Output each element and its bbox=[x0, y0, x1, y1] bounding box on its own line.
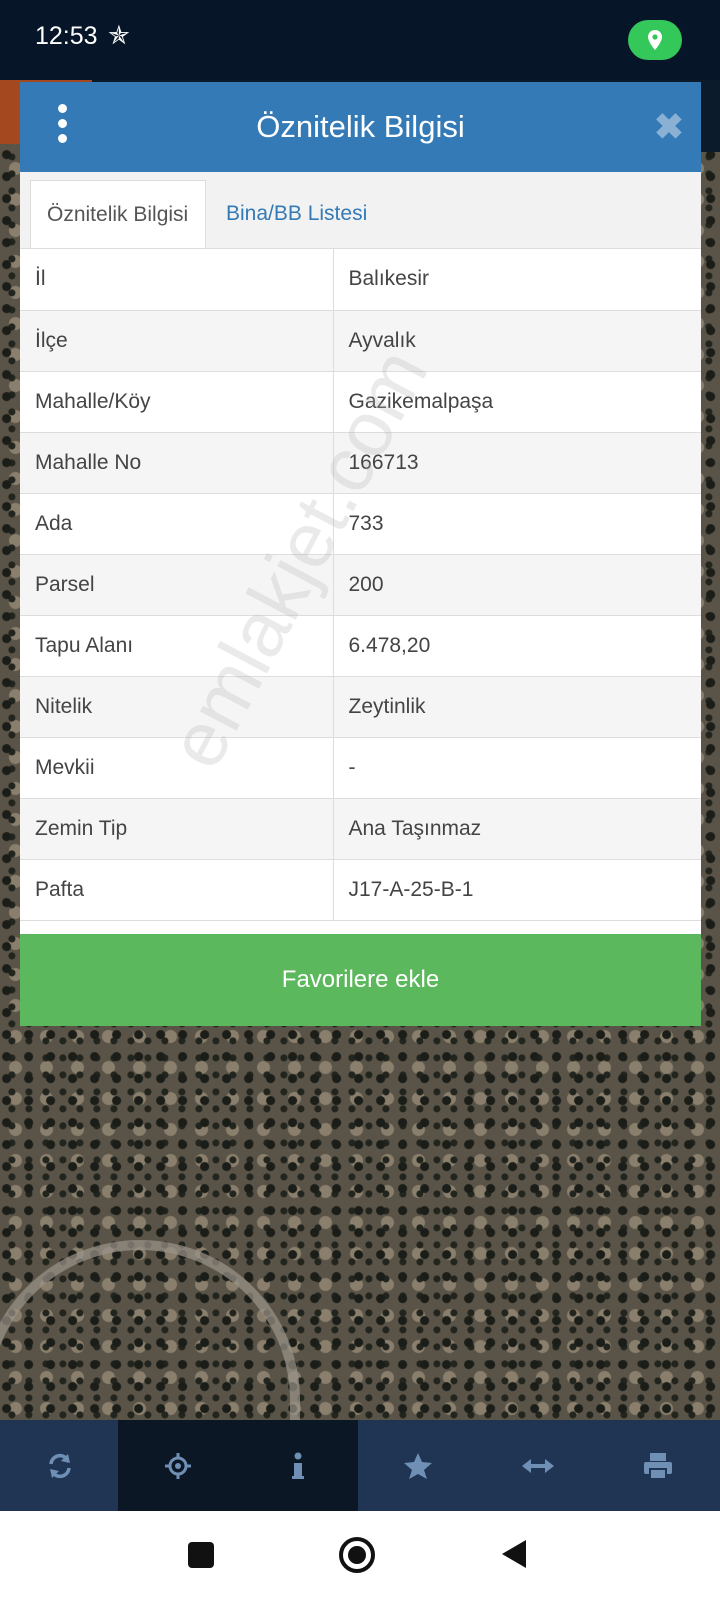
table-row: Tapu Alanı 6.478,20 bbox=[20, 615, 701, 677]
home-icon[interactable] bbox=[338, 1536, 376, 1574]
attribute-info-dialog: Öznitelik Bilgisi ✖ Öznitelik Bilgisi Bi… bbox=[20, 82, 701, 1026]
attribute-value: - bbox=[333, 737, 701, 799]
attribute-key: İlçe bbox=[20, 310, 334, 372]
measure-button[interactable] bbox=[478, 1420, 598, 1511]
attribute-value: 200 bbox=[333, 554, 701, 616]
favorites-button[interactable] bbox=[358, 1420, 478, 1511]
attribute-value: 6.478,20 bbox=[333, 615, 701, 677]
info-button[interactable] bbox=[238, 1420, 358, 1511]
table-row: Zemin Tip Ana Taşınmaz bbox=[20, 798, 701, 860]
bottom-toolbar bbox=[0, 1420, 720, 1511]
back-icon[interactable] bbox=[500, 1538, 528, 1570]
system-nav-bar bbox=[0, 1511, 720, 1600]
attribute-key: Mahalle/Köy bbox=[20, 371, 334, 433]
attribute-key: Zemin Tip bbox=[20, 798, 334, 860]
location-indicator bbox=[628, 20, 682, 60]
table-row: Parsel 200 bbox=[20, 554, 701, 616]
location-pin-icon bbox=[648, 30, 662, 50]
refresh-icon bbox=[49, 1453, 71, 1478]
attribute-value: Zeytinlik bbox=[333, 676, 701, 738]
table-row: Pafta J17-A-25-B-1 bbox=[20, 859, 701, 921]
attribute-key: Pafta bbox=[20, 859, 334, 921]
table-row: Nitelik Zeytinlik bbox=[20, 676, 701, 738]
measure-icon bbox=[522, 1458, 554, 1473]
more-vert-icon[interactable] bbox=[55, 104, 69, 150]
attribute-value: 733 bbox=[333, 493, 701, 555]
add-to-favorites-button[interactable]: Favorilere ekle bbox=[20, 934, 701, 1026]
attribute-value: Balıkesir bbox=[333, 249, 701, 311]
tab-attribute-info[interactable]: Öznitelik Bilgisi bbox=[30, 180, 206, 248]
print-icon bbox=[644, 1452, 672, 1480]
dialog-title: Öznitelik Bilgisi bbox=[256, 109, 465, 144]
status-star-icon: ✯ bbox=[108, 20, 130, 50]
close-icon[interactable]: ✖ bbox=[650, 108, 688, 146]
recent-apps-icon[interactable] bbox=[187, 1541, 215, 1569]
print-button[interactable] bbox=[598, 1420, 718, 1511]
refresh-button[interactable] bbox=[0, 1420, 120, 1511]
attribute-key: İl bbox=[20, 249, 334, 311]
status-time: 12:53 bbox=[35, 22, 98, 50]
table-row: Mevkii - bbox=[20, 737, 701, 799]
tab-building-list[interactable]: Bina/BB Listesi bbox=[210, 180, 383, 248]
attribute-value: J17-A-25-B-1 bbox=[333, 859, 701, 921]
status-bar: 12:53 ✯ bbox=[0, 0, 720, 80]
locate-button[interactable] bbox=[118, 1420, 238, 1511]
locate-icon bbox=[165, 1452, 191, 1479]
info-icon bbox=[292, 1452, 304, 1479]
star-icon bbox=[404, 1452, 432, 1479]
dialog-header: Öznitelik Bilgisi ✖ bbox=[20, 82, 701, 172]
dialog-tabs: Öznitelik Bilgisi Bina/BB Listesi bbox=[20, 172, 701, 249]
table-row: İl Balıkesir bbox=[20, 249, 701, 311]
attribute-value: Ana Taşınmaz bbox=[333, 798, 701, 860]
